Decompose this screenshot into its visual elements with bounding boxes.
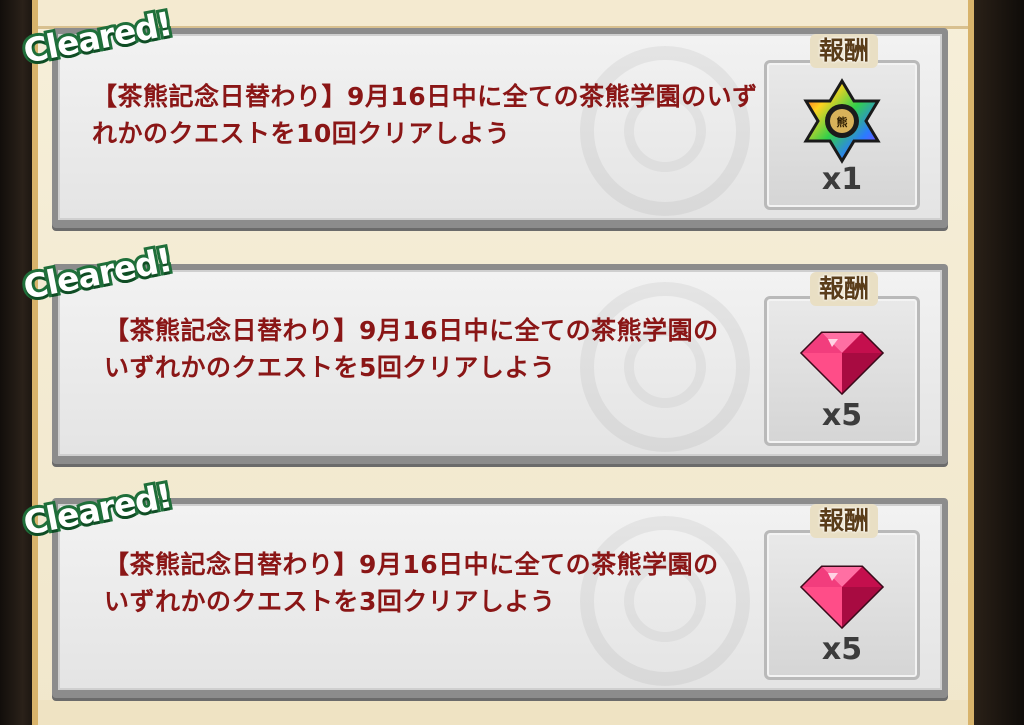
reward-quantity: x5: [821, 632, 863, 667]
reward-label: 報酬: [810, 272, 878, 306]
reward-box: x5: [764, 530, 920, 680]
right-background: [972, 0, 1024, 725]
reward-quantity: x1: [821, 162, 863, 197]
quest-description: 【茶熊記念日替わり】9月16日中に全ての茶熊学園のいずれかのクエストを10回クリ…: [92, 82, 758, 148]
reward-label: 報酬: [810, 34, 878, 68]
svg-text:熊: 熊: [837, 115, 848, 129]
pink-gem-icon: [799, 331, 885, 396]
reward-box: 熊 x1: [764, 60, 920, 210]
quest-description: 【茶熊記念日替わり】9月16日中に全ての茶熊学園のいずれかのクエストを3回クリア…: [104, 550, 719, 616]
reward-box: x5: [764, 296, 920, 446]
rainbow-star-medal-icon: 熊: [803, 78, 881, 164]
frame-bottom-edge: [38, 700, 968, 725]
pink-gem-icon: [799, 565, 885, 630]
quest-description: 【茶熊記念日替わり】9月16日中に全ての茶熊学園のいずれかのクエストを5回クリア…: [104, 316, 719, 382]
reward-quantity: x5: [821, 398, 863, 433]
reward-label: 報酬: [810, 504, 878, 538]
